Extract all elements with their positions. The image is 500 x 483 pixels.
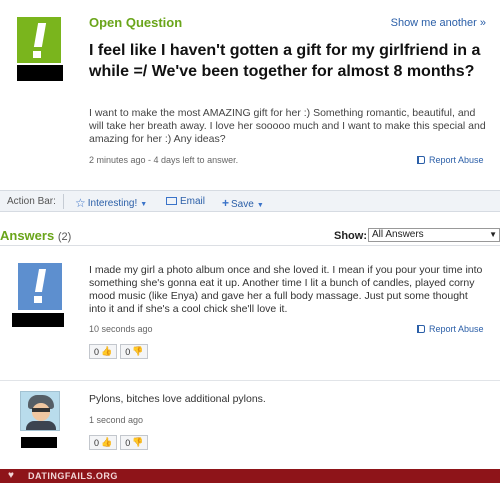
answer-avatar <box>18 263 62 310</box>
thumbs-up-icon: 👍 <box>101 346 113 356</box>
envelope-icon <box>166 197 177 205</box>
answer-avatar <box>20 391 60 431</box>
question-title: I feel like I haven't gotten a gift for … <box>89 42 481 80</box>
select-arrow-icon: ▼ <box>489 230 497 239</box>
question-body: I want to make the most AMAZING gift for… <box>89 107 486 145</box>
thumbs-up-button[interactable]: 0 👍 <box>89 435 118 450</box>
site-watermark: DATINGFAILS.ORG <box>28 471 118 481</box>
caret-down-icon: ▼ <box>140 201 148 208</box>
thumbs-down-button[interactable]: 0 👎 <box>120 435 149 450</box>
email-button[interactable]: Email <box>166 196 205 207</box>
plus-icon: + <box>222 196 230 210</box>
redacted-answerer-name <box>21 437 57 448</box>
show-another-link[interactable]: Show me another » <box>391 17 486 29</box>
show-filter-label: Show: <box>334 230 367 242</box>
report-abuse-question[interactable]: Report Abuse <box>417 155 484 165</box>
star-icon: ☆ <box>75 196 86 210</box>
flag-icon <box>417 156 425 164</box>
answer-votes: 0 👍 0 👎 <box>89 344 149 359</box>
interesting-button[interactable]: ☆ Interesting! ▼ <box>75 196 147 210</box>
caret-down-icon: ▼ <box>256 202 264 209</box>
heart-icon: ♥ <box>8 470 14 481</box>
question-label: Open Question <box>89 15 183 30</box>
save-button[interactable]: + Save ▼ <box>222 196 264 210</box>
answers-count: (2) <box>57 231 72 243</box>
thumbs-up-button[interactable]: 0 👍 <box>89 344 118 359</box>
thumbs-down-icon: 👎 <box>132 346 144 356</box>
thumbs-up-icon: 👍 <box>101 437 113 447</box>
thumbs-down-icon: 👎 <box>132 437 144 447</box>
show-filter-select[interactable]: All Answers ▼ <box>368 228 500 242</box>
flag-icon <box>417 325 425 333</box>
answer-text: I made my girl a photo album once and sh… <box>89 264 483 315</box>
answer-time: 10 seconds ago <box>89 324 153 334</box>
site-footer: ♥ DATINGFAILS.ORG <box>0 469 500 483</box>
report-abuse-answer[interactable]: Report Abuse <box>417 324 484 334</box>
action-bar-label: Action Bar: <box>7 196 56 207</box>
thumbs-down-button[interactable]: 0 👎 <box>120 344 149 359</box>
redacted-answerer-name <box>12 313 64 327</box>
question-meta: 2 minutes ago - 4 days left to answer. <box>89 155 239 165</box>
answer-time: 1 second ago <box>89 415 144 425</box>
action-bar: Action Bar: ☆ Interesting! ▼ Email + Save ▼ <box>0 190 500 212</box>
answer-text: Pylons, bitches love additional pylons. <box>89 393 266 405</box>
redacted-asker-name <box>17 65 63 81</box>
answer-votes: 0 👍 0 👎 <box>89 435 149 450</box>
answers-heading: Answers (2) <box>0 228 72 243</box>
asker-avatar <box>17 17 61 63</box>
